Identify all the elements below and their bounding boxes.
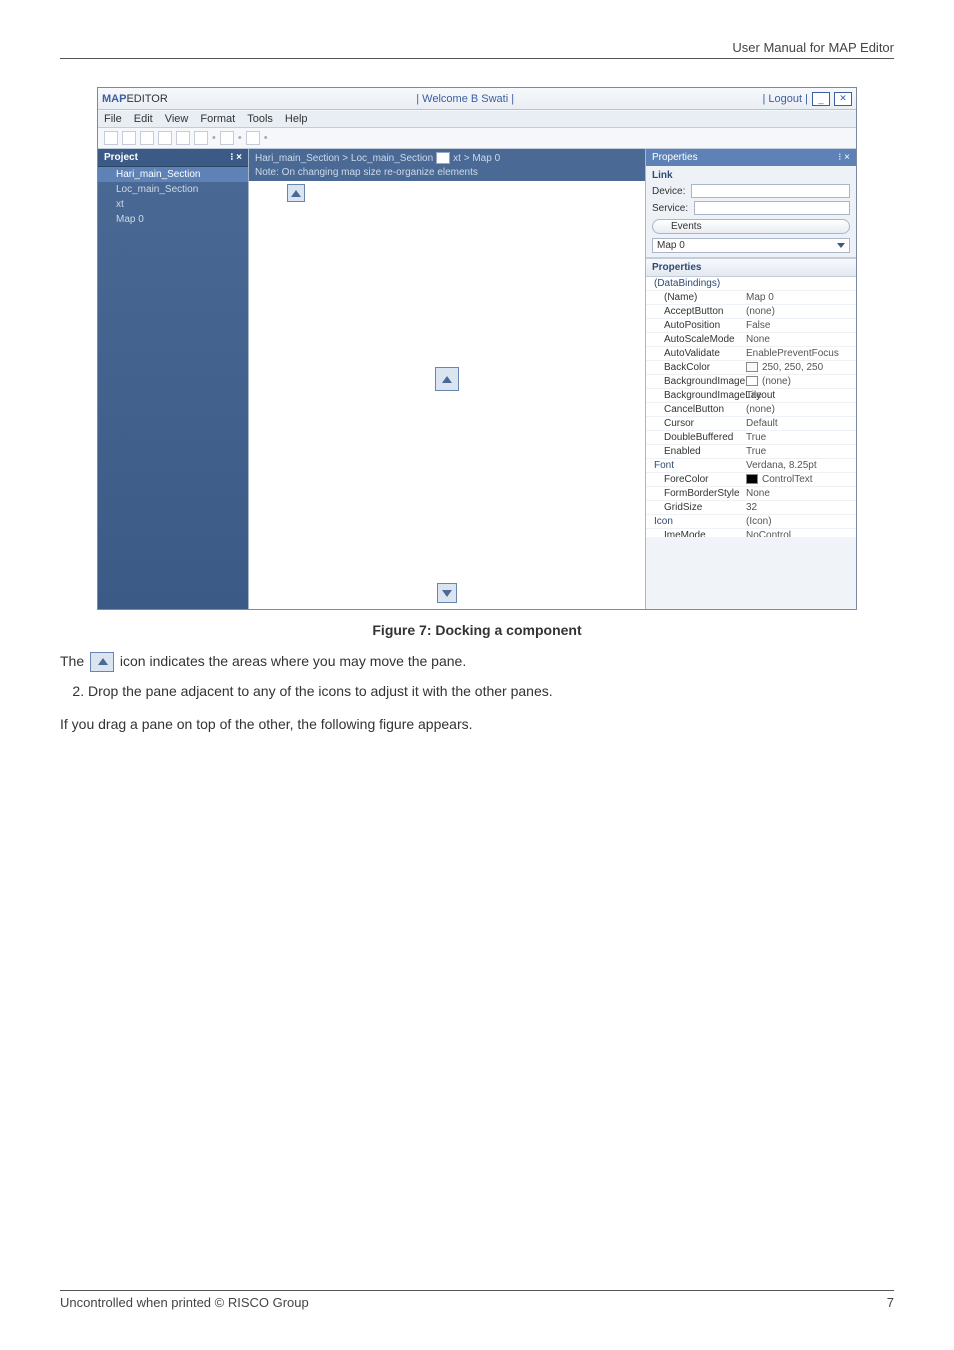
project-panel: Project ⁝ × Hari_main_Section Loc_main_S… xyxy=(98,149,248,609)
dock-indicator-icon xyxy=(90,652,114,672)
dock-target-icon[interactable] xyxy=(287,184,305,202)
doc-title: User Manual for MAP Editor xyxy=(732,40,894,55)
logout-link[interactable]: | Logout | xyxy=(763,93,808,105)
body-text: If you drag a pane on top of the other, … xyxy=(60,715,894,734)
menu-format[interactable]: Format xyxy=(200,113,235,125)
tree-item[interactable]: xt xyxy=(98,197,248,212)
welcome-text: | Welcome B Swati | xyxy=(416,93,514,105)
cut-icon[interactable] xyxy=(122,131,136,145)
menu-tools[interactable]: Tools xyxy=(247,113,273,125)
properties-panel: Properties ⁝ × Link Device: Service: Eve… xyxy=(646,149,856,609)
design-canvas[interactable]: Hari_main_Section > Loc_main_Section xt … xyxy=(248,149,646,609)
close-icon[interactable]: ✕ xyxy=(834,92,852,106)
property-grid[interactable]: (DataBindings) (Name)Map 0 AcceptButton(… xyxy=(646,277,856,537)
tree-item[interactable]: Hari_main_Section xyxy=(98,167,248,182)
events-button[interactable]: Events xyxy=(652,219,850,234)
menu-help[interactable]: Help xyxy=(285,113,308,125)
toolbar: • • • xyxy=(98,128,856,149)
breadcrumb: Hari_main_Section > Loc_main_Section xyxy=(255,153,433,164)
step-item: Drop the pane adjacent to any of the ico… xyxy=(88,682,894,701)
delete-icon[interactable] xyxy=(176,131,190,145)
panel-title: Project xyxy=(104,152,138,163)
panel-title: Properties xyxy=(652,152,698,163)
menu-view[interactable]: View xyxy=(165,113,189,125)
menu-edit[interactable]: Edit xyxy=(134,113,153,125)
app-screenshot: MAPEDITOR | Welcome B Swati | | Logout |… xyxy=(97,87,857,610)
copy-icon[interactable] xyxy=(140,131,154,145)
pin-icon[interactable]: ⁝ × xyxy=(230,152,242,163)
figure-caption: Figure 7: Docking a component xyxy=(60,622,894,638)
menubar: File Edit View Format Tools Help xyxy=(98,110,856,128)
dock-center-icon[interactable] xyxy=(435,367,459,391)
minimize-icon[interactable]: _ xyxy=(812,92,830,106)
hint-text: Note: On changing map size re-organize e… xyxy=(249,167,645,181)
pin-icon[interactable]: ⁝ × xyxy=(838,152,850,163)
page-header: User Manual for MAP Editor xyxy=(60,40,894,59)
menu-file[interactable]: File xyxy=(104,113,122,125)
chevron-down-icon xyxy=(837,243,845,248)
page-number: 7 xyxy=(887,1295,894,1310)
service-field[interactable] xyxy=(694,201,850,215)
dock-target-icon[interactable] xyxy=(436,152,450,164)
footer-left: Uncontrolled when printed © RISCO Group xyxy=(60,1295,309,1310)
tree-item[interactable]: Loc_main_Section xyxy=(98,182,248,197)
redo-icon[interactable] xyxy=(246,131,260,145)
grid-header: Properties xyxy=(646,258,856,277)
zoom-icon[interactable] xyxy=(194,131,208,145)
device-field[interactable] xyxy=(691,184,850,198)
app-logo: MAPEDITOR xyxy=(102,93,168,105)
tree-item[interactable]: Map 0 xyxy=(98,212,248,227)
object-select[interactable]: Map 0 xyxy=(652,238,850,253)
link-label: Link xyxy=(652,170,850,181)
tool-icon[interactable] xyxy=(104,131,118,145)
undo-icon[interactable] xyxy=(220,131,234,145)
dock-bottom-icon[interactable] xyxy=(437,583,457,603)
body-text: The icon indicates the areas where you m… xyxy=(60,652,894,672)
breadcrumb: xt > Map 0 xyxy=(453,153,500,164)
paste-icon[interactable] xyxy=(158,131,172,145)
